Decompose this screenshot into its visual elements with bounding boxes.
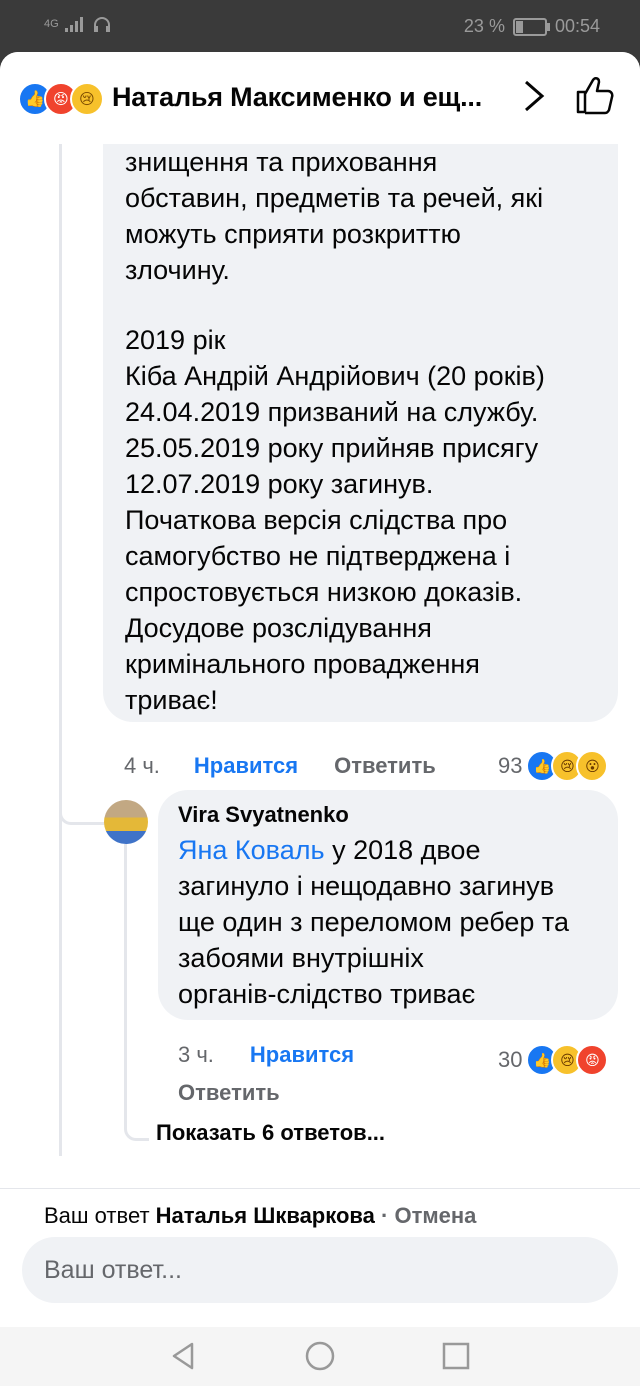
chevron-right-icon[interactable] bbox=[518, 78, 550, 114]
comment-line: знищення та приховання bbox=[125, 147, 438, 177]
reply-input[interactable] bbox=[22, 1237, 618, 1303]
angry-icon: 😡 bbox=[576, 1044, 609, 1076]
comment-line: спростовується низкою доказів. bbox=[125, 577, 523, 607]
reply-link[interactable]: Ответить bbox=[334, 753, 436, 779]
reply-author[interactable]: Vira Svyatnenko bbox=[178, 802, 349, 828]
clock: 00:54 bbox=[554, 16, 600, 36]
reply-line: органів-слідство триває bbox=[178, 979, 476, 1009]
wow-icon: 😮 bbox=[576, 750, 609, 782]
back-icon[interactable] bbox=[168, 1340, 200, 1372]
replying-to-label: Ваш ответ Наталья Шкваркова · Отмена bbox=[44, 1203, 476, 1229]
comment-line: Досудове розслідування bbox=[125, 613, 432, 643]
comment-line: 12.07.2019 року загинув. bbox=[125, 469, 434, 499]
reaction-summary[interactable]: 30 👍 😢 😡 bbox=[498, 1044, 609, 1076]
system-nav-bar bbox=[0, 1326, 640, 1386]
comment-actions: 4 ч. Нравится Ответить bbox=[124, 748, 436, 784]
reactors-title[interactable]: Наталья Максименко и ещ... bbox=[112, 82, 482, 113]
sad-icon: 😢 bbox=[70, 82, 104, 116]
status-bar: 4G 23 % 00:54 bbox=[0, 0, 640, 52]
home-icon[interactable] bbox=[304, 1340, 336, 1372]
recents-icon[interactable] bbox=[440, 1340, 472, 1372]
reply-prefix: Ваш ответ bbox=[44, 1203, 156, 1228]
reply-line-rest: у 2018 двое bbox=[324, 835, 481, 865]
avatar[interactable] bbox=[104, 800, 148, 844]
reply-line: загинуло і нещодавно загинув bbox=[178, 871, 555, 901]
reaction-summary[interactable]: 93 👍 😢 😮 bbox=[498, 750, 609, 782]
comment-line: кримінального провадження bbox=[125, 649, 480, 679]
reactions-header[interactable]: 👍 😡 😢 Наталья Максименко и ещ... bbox=[0, 52, 640, 144]
reply-composer: Ваш ответ Наталья Шкваркова · Отмена bbox=[0, 1188, 640, 1327]
battery-percent: 23 % bbox=[463, 16, 505, 36]
comment-line: триває! bbox=[125, 685, 218, 715]
comment-line: 24.04.2019 призваний на службу. bbox=[125, 397, 539, 427]
comment-time[interactable]: 4 ч. bbox=[124, 753, 160, 779]
comment-line: Початкова версія слідства про bbox=[125, 505, 508, 535]
reply-line: ще один з переломом ребер та bbox=[178, 907, 569, 937]
header-reactions: 👍 😡 😢 bbox=[18, 82, 104, 116]
reply-bubble[interactable]: Vira Svyatnenko Яна Коваль у 2018 двое з… bbox=[158, 790, 618, 1020]
comment-line: обставин, предметів та речей, які bbox=[125, 183, 544, 213]
separator: · bbox=[374, 1203, 395, 1228]
reply-actions: 3 ч. Нравится bbox=[178, 1042, 354, 1068]
show-more-replies-link[interactable]: Показать 6 ответов... bbox=[156, 1120, 385, 1146]
comment-line: Кіба Андрій Андрійович (20 років) bbox=[125, 361, 545, 391]
comments-sheet: 👍 😡 😢 Наталья Максименко и ещ... знищенн… bbox=[0, 52, 640, 1386]
reaction-count: 30 bbox=[498, 1047, 523, 1072]
reply-to-name: Наталья Шкваркова bbox=[155, 1203, 375, 1228]
cancel-reply-link[interactable]: Отмена bbox=[394, 1203, 476, 1228]
comment-line: злочину. bbox=[125, 255, 230, 285]
thread-line bbox=[59, 144, 62, 1156]
reply-link[interactable]: Ответить bbox=[178, 1080, 280, 1106]
like-link[interactable]: Нравится bbox=[194, 753, 298, 779]
signal-icon bbox=[64, 17, 83, 32]
like-link[interactable]: Нравится bbox=[250, 1042, 354, 1068]
comments-list[interactable]: знищення та приховання обставин, предмет… bbox=[0, 144, 640, 1156]
like-button-icon[interactable] bbox=[574, 74, 614, 116]
comment-bubble[interactable]: знищення та приховання обставин, предмет… bbox=[103, 144, 618, 722]
battery-icon bbox=[512, 17, 550, 36]
reply-line: Яна Коваль у 2018 двое bbox=[178, 832, 480, 868]
comment-line: можуть сприяти розкриттю bbox=[125, 219, 461, 249]
mention-link[interactable]: Яна Коваль bbox=[178, 835, 325, 865]
headphones-icon bbox=[93, 17, 110, 32]
reaction-count: 93 bbox=[498, 753, 523, 778]
replies-connector bbox=[124, 844, 149, 1141]
comment-line: самогубство не підтверджена і bbox=[125, 541, 511, 571]
reply-line: забоями внутрішніх bbox=[178, 943, 424, 973]
reply-connector bbox=[59, 804, 106, 825]
comment-line: 2019 рік bbox=[125, 325, 226, 355]
comment-line: 25.05.2019 року прийняв присягу bbox=[125, 433, 539, 463]
reply-time[interactable]: 3 ч. bbox=[178, 1042, 214, 1068]
network-label: 4G bbox=[44, 18, 59, 30]
